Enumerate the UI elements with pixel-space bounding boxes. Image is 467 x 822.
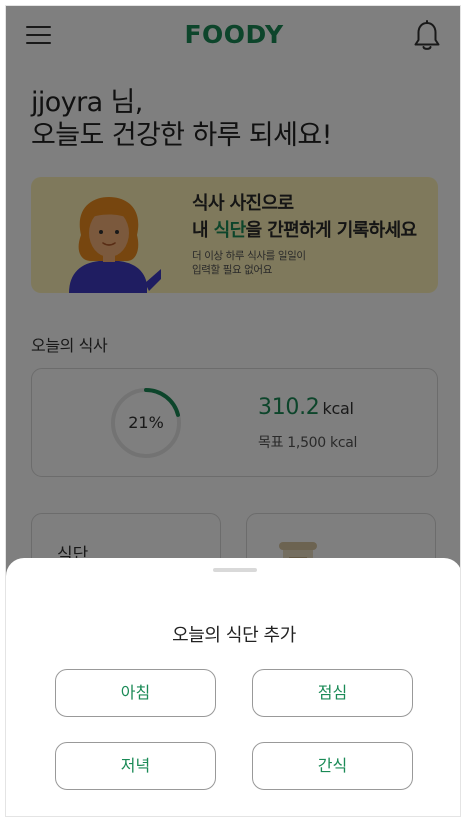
lunch-button[interactable]: 점심 xyxy=(252,669,413,717)
breakfast-button[interactable]: 아침 xyxy=(55,669,216,717)
sheet-title: 오늘의 식단 추가 xyxy=(172,625,296,646)
add-meal-bottom-sheet: 오늘의 식단 추가 아침 점심 저녁 간식 xyxy=(6,558,460,816)
app-screen: FOODY jjoyra 님, 오늘도 건강한 하루 되세요! 식사 사 xyxy=(5,5,461,817)
dinner-button[interactable]: 저녁 xyxy=(55,742,216,790)
sheet-drag-handle[interactable] xyxy=(213,568,257,572)
snack-button[interactable]: 간식 xyxy=(252,742,413,790)
